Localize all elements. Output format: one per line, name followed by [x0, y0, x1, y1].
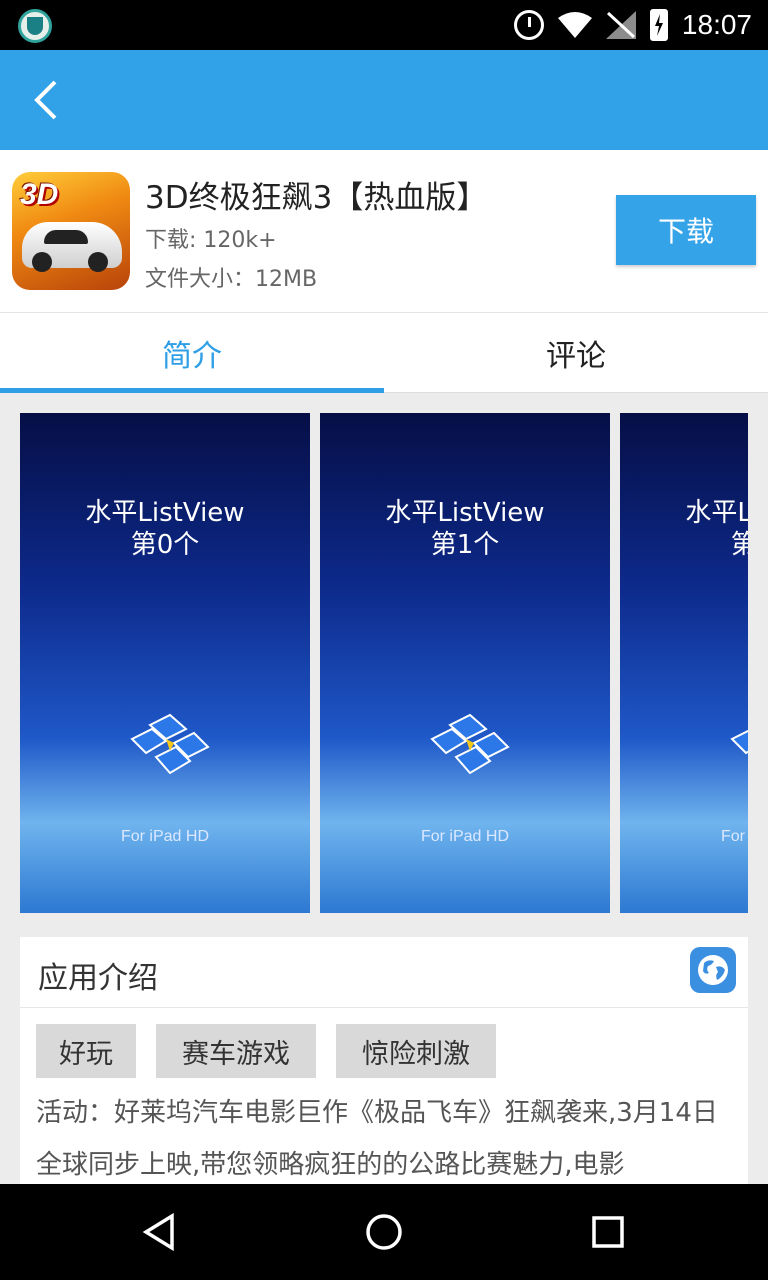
tab-comments[interactable]: 评论 — [384, 313, 768, 393]
alarm-icon — [513, 10, 544, 40]
download-button[interactable]: 下载 — [616, 195, 756, 265]
screenshot-item[interactable]: 水平ListView 第1个 For iPad HD — [320, 413, 610, 913]
screenshot-title: 水平ListView — [385, 498, 545, 528]
cross-logo-icon — [430, 713, 510, 775]
app-icon: 3D — [12, 172, 130, 290]
no-signal-icon — [605, 11, 636, 39]
tag-chip[interactable]: 好玩 — [36, 1024, 136, 1078]
back-button[interactable] — [18, 72, 74, 128]
globe-button[interactable] — [690, 947, 736, 993]
tag-chip[interactable]: 赛车游戏 — [156, 1024, 316, 1078]
tag-chip[interactable]: 惊险刺激 — [336, 1024, 496, 1078]
square-recents-icon — [592, 1216, 624, 1248]
intro-card: 应用介绍 好玩 赛车游戏 惊险刺激 活动：好莱坞汽车电影巨作《极品飞车》狂飙袭来… — [20, 937, 748, 1197]
screenshot-subtitle: 第2个 — [730, 530, 748, 560]
navigation-bar — [0, 1184, 768, 1280]
screenshot-subtitle: 第0个 — [130, 530, 200, 560]
nav-back-button[interactable] — [134, 1206, 186, 1258]
download-count: 下载: 120k+ — [145, 228, 277, 253]
app-icon-badge: 3D — [20, 178, 59, 211]
cross-logo-icon — [130, 713, 210, 775]
app-title: 3D终极狂飙3【热血版】 — [145, 180, 488, 216]
tab-intro[interactable]: 简介 — [0, 313, 384, 393]
screenshot-item[interactable]: 水平ListView 第2个 For iPad HD — [620, 413, 748, 913]
app-bar — [0, 50, 768, 150]
screenshot-title: 水平ListView — [85, 498, 245, 528]
nav-recents-button[interactable] — [582, 1206, 634, 1258]
back-arrow-icon — [34, 80, 57, 120]
security-shield-icon — [18, 9, 52, 43]
cross-logo-icon — [730, 729, 748, 755]
screenshot-footer: For iPad HD — [420, 828, 510, 845]
globe-icon — [698, 955, 728, 985]
triangle-back-icon — [142, 1212, 174, 1252]
intro-title: 应用介绍 — [38, 961, 158, 996]
screenshot-item[interactable]: 水平ListView 第0个 For iPad HD — [20, 413, 310, 913]
tab-indicator — [0, 388, 384, 393]
circle-home-icon — [366, 1214, 402, 1250]
car-image — [22, 222, 122, 272]
battery-charging-icon — [649, 9, 668, 41]
screenshot-title: 水平ListView — [685, 498, 748, 528]
screenshot-subtitle: 第1个 — [430, 530, 500, 560]
intro-description: 活动：好莱坞汽车电影巨作《极品飞车》狂飙袭来,3月14日全球同步上映,带您领略疯… — [36, 1098, 718, 1180]
divider — [20, 1007, 748, 1008]
tab-bar: 简介 评论 — [0, 312, 768, 393]
status-bar: 18:07 — [0, 0, 768, 50]
screenshot-footer: For iPad HD — [720, 828, 748, 845]
screenshot-gallery[interactable]: 水平ListView 第0个 For iPad HD 水平ListView 第1… — [20, 413, 748, 913]
wifi-icon — [557, 12, 592, 38]
nav-home-button[interactable] — [358, 1206, 410, 1258]
clock: 18:07 — [681, 9, 752, 40]
screenshot-footer: For iPad HD — [120, 828, 210, 845]
status-icons: 18:07 — [513, 0, 752, 50]
file-size: 文件大小：12MB — [145, 267, 318, 292]
